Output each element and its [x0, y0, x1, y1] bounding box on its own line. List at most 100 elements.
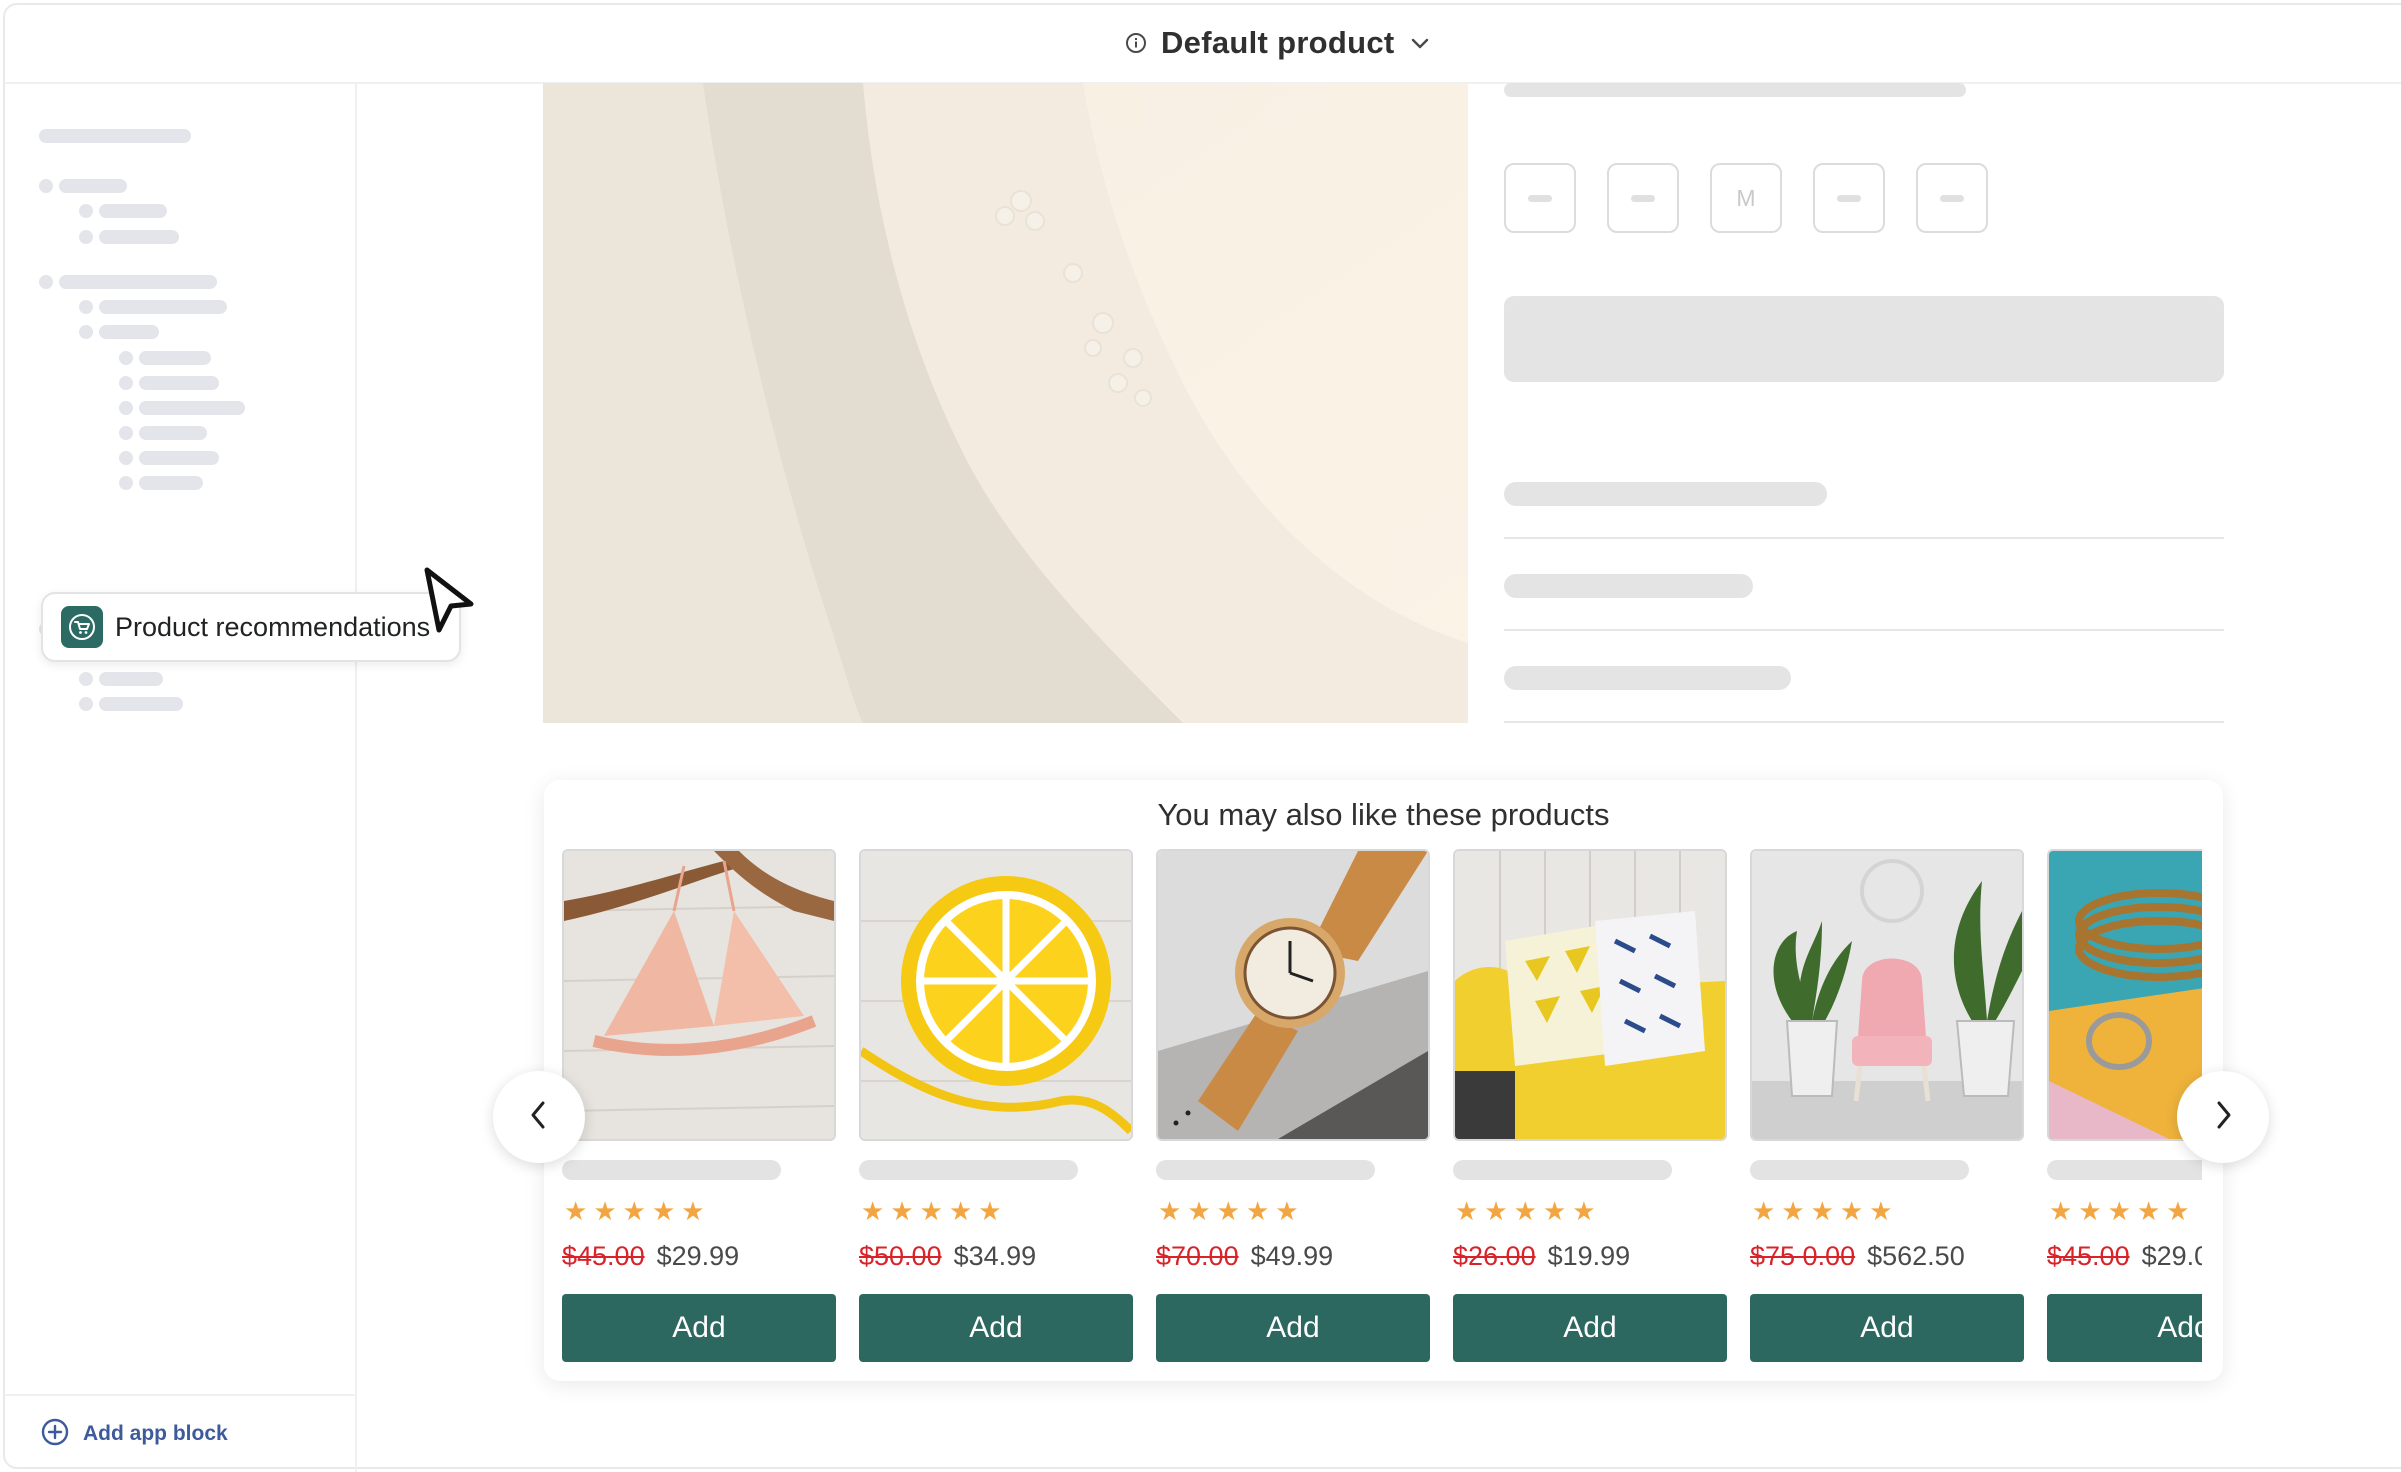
price-row: $70.00 $49.99 — [1156, 1241, 1333, 1272]
compare-price: $70.00 — [1156, 1241, 1239, 1271]
recommendations-section: You may also like these products ★ ★ ★ ★… — [544, 780, 2223, 1381]
star-rating: ★ ★ ★ ★ ★ — [1752, 1198, 1893, 1224]
skeleton-line — [1504, 574, 1753, 598]
skeleton-line — [1504, 482, 1827, 506]
sale-price: $562.50 — [1867, 1241, 1965, 1271]
star-rating: ★ ★ ★ ★ ★ — [1455, 1198, 1596, 1224]
add-button[interactable]: Add — [562, 1294, 836, 1362]
price-row: $45.00 $29.00 — [2047, 1241, 2202, 1272]
star-icon: ★ — [1187, 1196, 1211, 1226]
compare-price: $26.00 — [1453, 1241, 1536, 1271]
variant-option-m[interactable]: M — [1710, 163, 1782, 233]
sale-price: $29.99 — [656, 1241, 740, 1271]
template-selector[interactable]: Default product — [1125, 25, 1431, 61]
star-icon: ★ — [1275, 1196, 1299, 1226]
star-icon: ★ — [681, 1196, 705, 1226]
shopping-cart-icon — [61, 606, 103, 648]
add-button[interactable]: Add — [2047, 1294, 2202, 1362]
star-icon: ★ — [1572, 1196, 1596, 1226]
sale-price: $34.99 — [953, 1241, 1037, 1271]
skeleton-line — [1504, 666, 1791, 690]
star-icon: ★ — [1542, 1196, 1567, 1226]
plus-circle-icon — [41, 1418, 69, 1451]
star-rating: ★ ★ ★ ★ ★ — [1158, 1198, 1299, 1224]
chevron-left-icon — [526, 1098, 552, 1137]
sale-price: $29.00 — [2141, 1241, 2202, 1271]
product-carousel: ★ ★ ★ ★ ★ $45.00 $29.99 Add ★ ★ ★ ★ ★ $5… — [562, 849, 2202, 1369]
star-rating: ★ ★ ★ ★ ★ — [2049, 1198, 2190, 1224]
sale-price: $19.99 — [1547, 1241, 1631, 1271]
skeleton-product-name — [1453, 1160, 1672, 1180]
star-icon: ★ — [1245, 1196, 1270, 1226]
add-button[interactable]: Add — [859, 1294, 1133, 1362]
star-icon: ★ — [1484, 1196, 1508, 1226]
star-icon: ★ — [948, 1196, 973, 1226]
recommendations-title: You may also like these products — [1157, 797, 1610, 832]
star-icon: ★ — [1752, 1196, 1776, 1226]
product-image-watch[interactable] — [1156, 849, 1430, 1141]
skeleton-add-to-cart — [1504, 296, 2224, 382]
compare-price: $75 0.00 — [1750, 1241, 1856, 1271]
top-bar: Default product — [5, 5, 2401, 84]
skeleton-product-name — [1750, 1160, 1969, 1180]
mouse-cursor-icon — [423, 566, 477, 641]
price-row: $45.00 $29.99 — [562, 1241, 739, 1272]
star-icon: ★ — [1810, 1196, 1834, 1226]
sale-price: $49.99 — [1250, 1241, 1334, 1271]
product-image-bangles[interactable] — [2047, 849, 2202, 1141]
star-icon: ★ — [1781, 1196, 1805, 1226]
info-circle-icon — [1125, 32, 1147, 54]
variant-option[interactable] — [1813, 163, 1885, 233]
star-icon: ★ — [2107, 1196, 2131, 1226]
carousel-next-button[interactable] — [2177, 1071, 2269, 1163]
product-image-armchair[interactable] — [1750, 849, 2024, 1141]
chevron-down-icon — [1409, 32, 1431, 54]
product-main-image — [543, 83, 1468, 723]
variant-option[interactable] — [1504, 163, 1576, 233]
product-image-cushions[interactable] — [1453, 849, 1727, 1141]
star-icon: ★ — [890, 1196, 914, 1226]
product-image-lemon-bag[interactable] — [859, 849, 1133, 1141]
price-row: $50.00 $34.99 — [859, 1241, 1036, 1272]
compare-price: $50.00 — [859, 1241, 942, 1271]
product-image-bralette[interactable] — [562, 849, 836, 1141]
star-icon: ★ — [1839, 1196, 1864, 1226]
editor-frame: Default product Product recommendations … — [3, 3, 2401, 1472]
star-rating: ★ ★ ★ ★ ★ — [861, 1198, 1002, 1224]
sidebar: Product recommendations Add app block — [5, 82, 461, 1472]
star-icon: ★ — [919, 1196, 943, 1226]
star-icon: ★ — [978, 1196, 1002, 1226]
add-button[interactable]: Add — [1453, 1294, 1727, 1362]
template-title: Default product — [1161, 25, 1395, 60]
chevron-right-icon — [2210, 1098, 2236, 1137]
star-icon: ★ — [861, 1196, 885, 1226]
add-app-block-label: Add app block — [83, 1422, 228, 1445]
star-icon: ★ — [1513, 1196, 1537, 1226]
skeleton-product-name — [859, 1160, 1078, 1180]
star-icon: ★ — [2166, 1196, 2190, 1226]
star-icon: ★ — [1869, 1196, 1893, 1226]
divider — [1504, 721, 2224, 723]
add-button[interactable]: Add — [1750, 1294, 2024, 1362]
star-icon: ★ — [2078, 1196, 2102, 1226]
compare-price: $45.00 — [2047, 1241, 2130, 1271]
skeleton-product-name — [2047, 1160, 2202, 1180]
star-icon: ★ — [622, 1196, 646, 1226]
star-icon: ★ — [2136, 1196, 2161, 1226]
add-app-block-button[interactable]: Add app block — [5, 1394, 355, 1472]
compare-price: $45.00 — [562, 1241, 645, 1271]
star-icon: ★ — [651, 1196, 676, 1226]
divider — [1504, 629, 2224, 631]
skeleton-product-name — [562, 1160, 781, 1180]
star-icon: ★ — [1216, 1196, 1240, 1226]
star-icon: ★ — [593, 1196, 617, 1226]
product-recommendations-block[interactable]: Product recommendations — [41, 592, 461, 662]
variant-option[interactable] — [1916, 163, 1988, 233]
skeleton-title — [1504, 83, 1966, 97]
add-button[interactable]: Add — [1156, 1294, 1430, 1362]
star-icon: ★ — [1455, 1196, 1479, 1226]
variant-option[interactable] — [1607, 163, 1679, 233]
divider — [1504, 537, 2224, 539]
star-rating: ★ ★ ★ ★ ★ — [564, 1198, 705, 1224]
carousel-prev-button[interactable] — [493, 1071, 585, 1163]
